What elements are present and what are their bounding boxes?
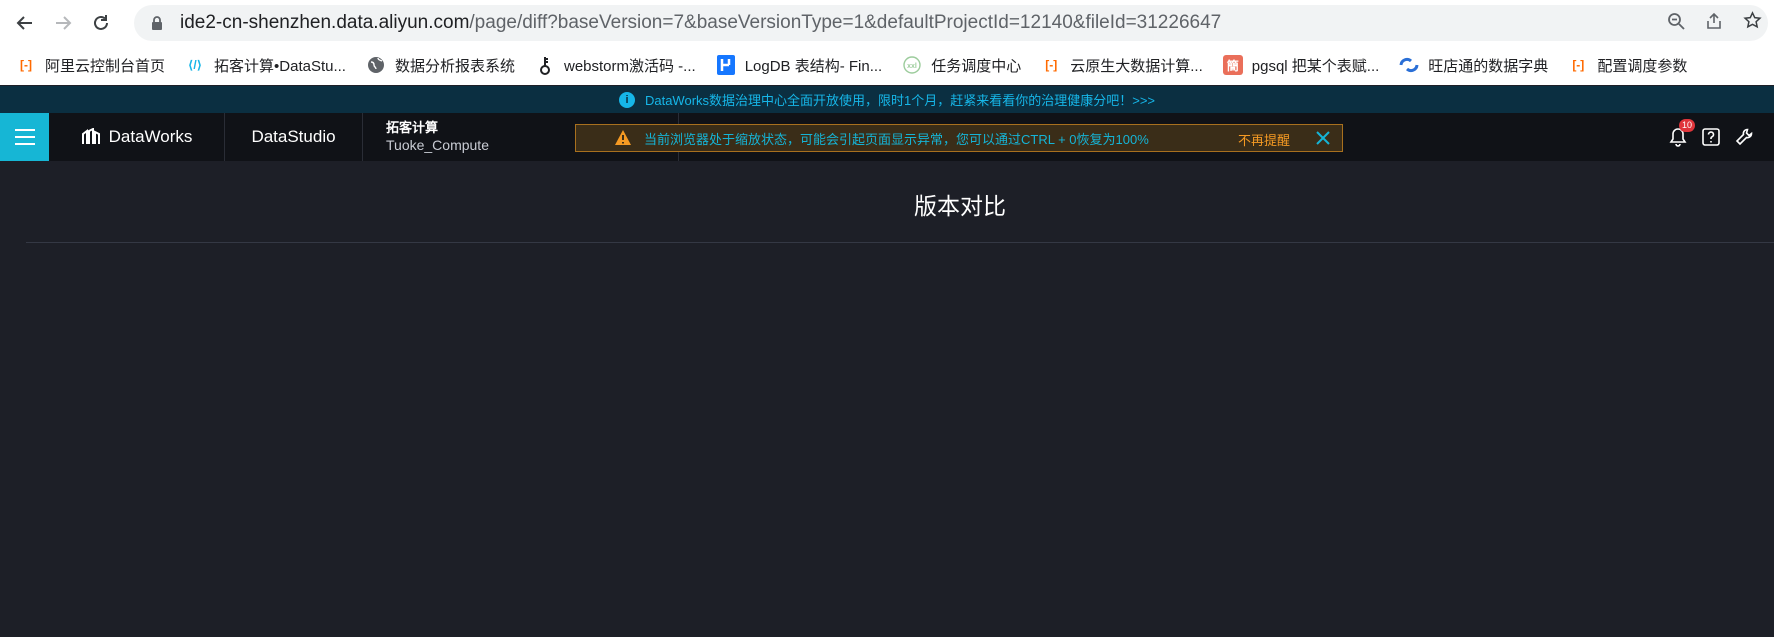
zoom-icon[interactable]	[1667, 12, 1685, 35]
bookmark-star-icon[interactable]	[1743, 11, 1762, 35]
bookmark-item[interactable]: LogDB 表结构- Fin...	[716, 50, 893, 80]
announcement-text[interactable]: DataWorks数据治理中心全面开放使用，限时1个月，赶紧来看看你的治理健康分…	[645, 90, 1155, 109]
warning-icon	[615, 130, 631, 145]
bookmark-label: 任务调度中心	[931, 57, 1022, 75]
bookmark-item[interactable]: 数据分析报表系统	[366, 50, 525, 80]
project-selector[interactable]: 拓客计算 Tuoke_Compute	[386, 119, 489, 155]
forward-button[interactable]	[44, 4, 82, 42]
bookmark-label: webstorm激活码 -...	[564, 57, 696, 75]
share-icon[interactable]	[1705, 12, 1723, 35]
aliyun-icon: [-]	[20, 58, 32, 72]
bookmark-label: pgsql 把某个表赋...	[1251, 57, 1380, 75]
bookmark-label: LogDB 表结构- Fin...	[744, 57, 883, 75]
key-icon	[535, 55, 555, 75]
bookmark-label: 配置调度参数	[1597, 57, 1688, 75]
url-path: /page/diff?baseVersion=7&baseVersionType…	[469, 12, 1222, 33]
close-icon[interactable]	[1313, 128, 1333, 148]
help-icon[interactable]	[1701, 127, 1721, 147]
announcement-bar[interactable]: i DataWorks数据治理中心全面开放使用，限时1个月，赶紧来看看你的治理健…	[0, 86, 1774, 113]
url-host: ide2-cn-shenzhen.data.aliyun.com	[180, 12, 470, 33]
bookmark-label: 阿里云控制台首页	[45, 57, 166, 75]
datastudio-icon: ⟨/⟩	[187, 58, 203, 72]
aliyun-icon: [-]	[1572, 58, 1585, 72]
notification-badge: 10	[1679, 119, 1696, 132]
dont-remind-link[interactable]: 不再提醒	[1238, 130, 1290, 149]
arrow-right-icon	[56, 15, 72, 30]
menu-button[interactable]	[0, 113, 49, 161]
url-text[interactable]: ide2-cn-shenzhen.data.aliyun.com/page/di…	[180, 12, 1221, 34]
dataworks-logo-icon	[81, 128, 100, 144]
bookmark-item[interactable]: xxl 任务调度中心	[902, 50, 1031, 80]
bookmark-label: 云原生大数据计算...	[1070, 57, 1203, 75]
arrow-left-icon	[16, 15, 32, 30]
hamburger-line	[14, 143, 35, 145]
schedule-icon: xxl	[902, 55, 922, 75]
hamburger-line	[14, 136, 35, 138]
main-content: 版本对比	[0, 161, 1774, 637]
bookmark-item[interactable]: [-] 云原生大数据计算...	[1041, 50, 1213, 80]
browser-toolbar: ide2-cn-shenzhen.data.aliyun.com/page/di…	[0, 0, 1774, 45]
svg-text:xxl: xxl	[907, 63, 917, 70]
warning-text: 当前浏览器处于缩放状态，可能会引起页面显示异常，您可以通过CTRL + 0恢复为…	[644, 131, 1149, 147]
bookmarks-bar: [-] 阿里云控制台首页 ⟨/⟩ 拓客计算•DataStu... 数据分析报表系统 …	[0, 45, 1774, 85]
wdt-icon	[1399, 55, 1419, 75]
module-switcher[interactable]: DataStudio	[225, 113, 363, 161]
bookmark-item[interactable]: [-] 配置调度参数	[1568, 50, 1697, 80]
address-bar[interactable]: ide2-cn-shenzhen.data.aliyun.com/page/di…	[134, 5, 1768, 41]
bookmark-label: 拓客计算•DataStu...	[214, 57, 346, 75]
zoom-warning-banner: 当前浏览器处于缩放状态，可能会引起页面显示异常，您可以通过CTRL + 0恢复为…	[575, 124, 1343, 152]
page-title: 版本对比	[914, 193, 1006, 219]
brand-name: DataWorks	[108, 127, 193, 146]
address-bar-actions	[1667, 5, 1762, 41]
hamburger-line	[14, 129, 35, 131]
module-name: DataStudio	[251, 127, 336, 146]
globe-icon	[366, 55, 386, 75]
project-id: Tuoke_Compute	[386, 137, 489, 153]
bookmark-label: 数据分析报表系统	[394, 57, 515, 75]
aliyun-icon: [-]	[1045, 58, 1058, 72]
header-actions: 10	[1668, 113, 1754, 161]
title-divider	[26, 242, 1774, 243]
lock-icon[interactable]	[142, 15, 172, 31]
reload-button[interactable]	[82, 4, 120, 42]
app-header: DataWorks DataStudio 拓客计算 Tuoke_Compute …	[0, 113, 1774, 161]
project-name: 拓客计算	[386, 120, 439, 135]
bookmark-label: 旺店通的数据字典	[1428, 57, 1549, 75]
notification-bell-icon[interactable]: 10	[1668, 119, 1696, 147]
wrench-icon[interactable]	[1734, 127, 1754, 147]
bookmark-item[interactable]: 簡 pgsql 把某个表赋...	[1222, 50, 1390, 80]
reload-icon	[94, 14, 108, 30]
bookmark-item[interactable]: webstorm激活码 -...	[535, 50, 706, 80]
bookmark-item[interactable]: [-] 阿里云控制台首页	[16, 50, 175, 80]
info-icon: i	[618, 91, 635, 108]
bookmark-item[interactable]: 旺店通的数据字典	[1399, 50, 1558, 80]
logdb-icon	[716, 55, 736, 75]
brand-link[interactable]: DataWorks	[49, 113, 225, 161]
bookmark-item[interactable]: ⟨/⟩ 拓客计算•DataStu...	[185, 50, 356, 80]
back-button[interactable]	[6, 4, 44, 42]
jianshu-icon: 簡	[1222, 55, 1243, 75]
